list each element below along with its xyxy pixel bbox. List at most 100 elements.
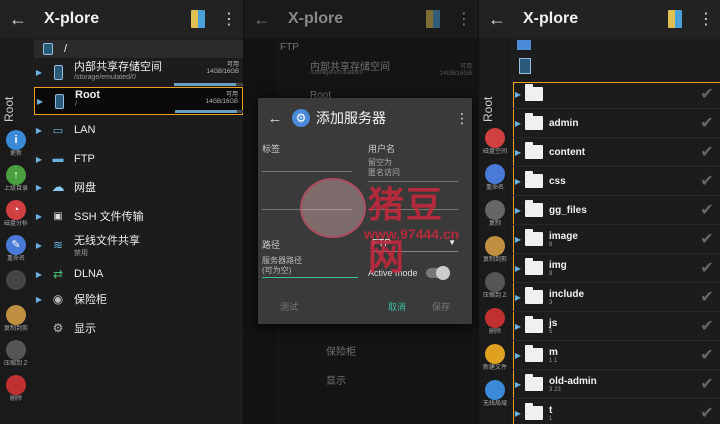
test-button[interactable]: 测试 <box>280 300 298 313</box>
tree-item-dlna[interactable]: ▶ ⇄ DLNA <box>34 264 243 284</box>
folder-row[interactable]: ▶ ✔ <box>513 80 720 109</box>
expand-arrow-icon[interactable]: ▶ <box>513 409 523 418</box>
server-input[interactable] <box>262 196 352 210</box>
server-path-input[interactable]: 服务器路径 (可为空) <box>262 256 358 278</box>
folder-row[interactable]: ▶ m 1 1 ✔ <box>513 341 720 370</box>
folder-row[interactable]: ▶ content ✔ <box>513 138 720 167</box>
folder-row[interactable]: ▶ gg_files ✔ <box>513 196 720 225</box>
tool-button[interactable] <box>4 270 28 290</box>
tag-input[interactable] <box>262 158 352 172</box>
folder-row[interactable]: ▶ image 8 ✔ <box>513 225 720 254</box>
back-arrow-icon[interactable]: ← <box>479 9 515 30</box>
tree-item-cloud[interactable]: ▶ ☁ 网盘 <box>34 177 243 197</box>
app-title: X-plore <box>288 10 344 27</box>
folder-row[interactable]: ▶ js 5 ✔ <box>513 312 720 341</box>
expand-arrow-icon[interactable]: ▶ <box>34 183 44 192</box>
tool-button[interactable]: 无线局域网共享 <box>483 380 507 408</box>
dialog-back-icon[interactable]: ← <box>258 110 292 127</box>
password-input[interactable] <box>368 196 458 210</box>
checkmark-icon[interactable]: ✔ <box>694 142 720 162</box>
expand-arrow-icon[interactable]: ▶ <box>513 293 523 302</box>
dialog-more-icon[interactable]: ⋮ <box>452 110 472 127</box>
active-mode-toggle[interactable] <box>426 266 450 280</box>
expand-arrow-icon[interactable]: ▶ <box>513 148 523 157</box>
tool-button[interactable]: i 更新 <box>4 130 28 158</box>
book-icon[interactable] <box>191 10 205 28</box>
tool-button[interactable]: 压缩到 ZIP <box>4 340 28 368</box>
back-arrow-icon[interactable]: ← <box>244 9 280 30</box>
expand-arrow-icon[interactable]: ▶ <box>513 90 523 99</box>
storage-row-internal[interactable]: ▶ 内部共享存储空间 /storage/emulated/0 可用 14GB/16… <box>34 58 243 86</box>
back-arrow-icon[interactable]: ← <box>0 9 36 30</box>
checkmark-icon[interactable]: ✔ <box>694 171 720 191</box>
expand-arrow-icon[interactable]: ▶ <box>35 97 45 106</box>
expand-arrow-icon[interactable]: ▶ <box>34 155 44 164</box>
folder-row[interactable]: ▶ t 1 ✔ <box>513 399 720 424</box>
tool-button[interactable]: 删除 <box>483 308 507 336</box>
username-input[interactable]: 留空为 匿名访问 <box>368 158 458 182</box>
bg-item: 显示 <box>326 376 346 387</box>
expand-arrow-icon[interactable]: ▶ <box>513 380 523 389</box>
checkmark-icon[interactable]: ✔ <box>694 229 720 249</box>
tree-item-ftp[interactable]: ▶ ▬ FTP <box>34 149 243 169</box>
folder-row[interactable]: ▶ include 3 ✔ <box>513 283 720 312</box>
tool-button[interactable]: 新建文件夹 <box>483 344 507 372</box>
checkmark-icon[interactable]: ✔ <box>694 374 720 394</box>
tool-button[interactable]: 复制到剪贴板 <box>4 305 28 333</box>
expand-arrow-icon[interactable]: ▶ <box>513 206 523 215</box>
tool-button[interactable]: ◔ 磁盘分析 <box>4 200 28 228</box>
folder-row[interactable]: ▶ old-admin 3 23 ✔ <box>513 370 720 399</box>
expand-arrow-icon[interactable]: ▶ <box>513 235 523 244</box>
more-menu-icon[interactable]: ⋮ <box>696 9 716 29</box>
tree-item-wifi-share[interactable]: ▶ ≋ 无线文件共享 禁用 <box>34 232 243 258</box>
tool-strip: Root i更新 ↑上级目录 ◔磁盘分析 ✎重命名复制到剪贴板压缩到 ZIP 删除 <box>0 38 32 424</box>
tool-button[interactable]: 复制到剪贴板 <box>483 236 507 264</box>
tree-item-ssh[interactable]: ▶ ▣ SSH 文件传输 <box>34 206 243 226</box>
tool-button[interactable]: 删除 <box>4 375 28 403</box>
path-row[interactable]: / <box>34 40 243 58</box>
checkmark-icon[interactable]: ✔ <box>694 84 720 104</box>
checkmark-icon[interactable]: ✔ <box>694 316 720 336</box>
expand-arrow-icon[interactable]: ▶ <box>34 126 44 135</box>
vault-icon: ◉ <box>52 292 64 306</box>
expand-arrow-icon[interactable]: ▶ <box>513 322 523 331</box>
cancel-button[interactable]: 取消 <box>388 300 406 313</box>
checkmark-icon[interactable]: ✔ <box>694 403 720 423</box>
file-tree: / ▶ 内部共享存储空间 /storage/emulated/0 可用 14GB/… <box>34 38 243 424</box>
side-root-label: Root <box>2 96 16 122</box>
tool-button[interactable]: ↑ 上级目录 <box>4 165 28 193</box>
checkmark-icon[interactable]: ✔ <box>694 200 720 220</box>
expand-arrow-icon[interactable]: ▶ <box>34 68 44 77</box>
more-menu-icon[interactable]: ⋮ <box>454 9 474 29</box>
checkmark-icon[interactable]: ✔ <box>694 287 720 307</box>
folder-row[interactable]: ▶ admin ✔ <box>513 109 720 138</box>
tool-button[interactable]: 重命名 <box>483 164 507 192</box>
storage-row-root[interactable]: ▶ Root / 可用 14GB/16GB <box>34 87 243 115</box>
tool-button[interactable]: 复制 <box>483 200 507 228</box>
expand-arrow-icon[interactable]: ▶ <box>34 295 44 304</box>
checkmark-icon[interactable]: ✔ <box>694 258 720 278</box>
expand-arrow-icon[interactable]: ▶ <box>513 264 523 273</box>
book-icon[interactable] <box>426 10 440 28</box>
checkmark-icon[interactable]: ✔ <box>694 113 720 133</box>
tree-item-vault[interactable]: ▶ ◉ 保险柜 <box>34 289 243 309</box>
tool-button[interactable]: 磁盘空间使用 <box>483 128 507 156</box>
more-menu-icon[interactable]: ⋮ <box>219 9 239 29</box>
tree-item-lan[interactable]: ▶ ▭ LAN <box>34 120 243 140</box>
folder-row[interactable]: ▶ img 9 ✔ <box>513 254 720 283</box>
tool-button[interactable]: ✎ 重命名 <box>4 235 28 263</box>
folder-row[interactable]: ▶ css ✔ <box>513 167 720 196</box>
checkmark-icon[interactable]: ✔ <box>694 345 720 365</box>
expand-arrow-icon[interactable]: ▶ <box>34 270 44 279</box>
expand-arrow-icon[interactable]: ▶ <box>513 119 523 128</box>
protocol-select[interactable]: FTP ▼ <box>372 238 458 252</box>
expand-arrow-icon[interactable]: ▶ <box>34 212 44 221</box>
expand-arrow-icon[interactable]: ▶ <box>34 241 44 250</box>
tree-item-display[interactable]: ⚙ 显示 <box>34 318 243 338</box>
save-button[interactable]: 保存 <box>432 300 450 313</box>
tool-label: 重命名 <box>485 185 504 191</box>
expand-arrow-icon[interactable]: ▶ <box>513 351 523 360</box>
expand-arrow-icon[interactable]: ▶ <box>513 177 523 186</box>
tool-button[interactable]: 压缩到 ZIP <box>483 272 507 300</box>
book-icon[interactable] <box>668 10 682 28</box>
